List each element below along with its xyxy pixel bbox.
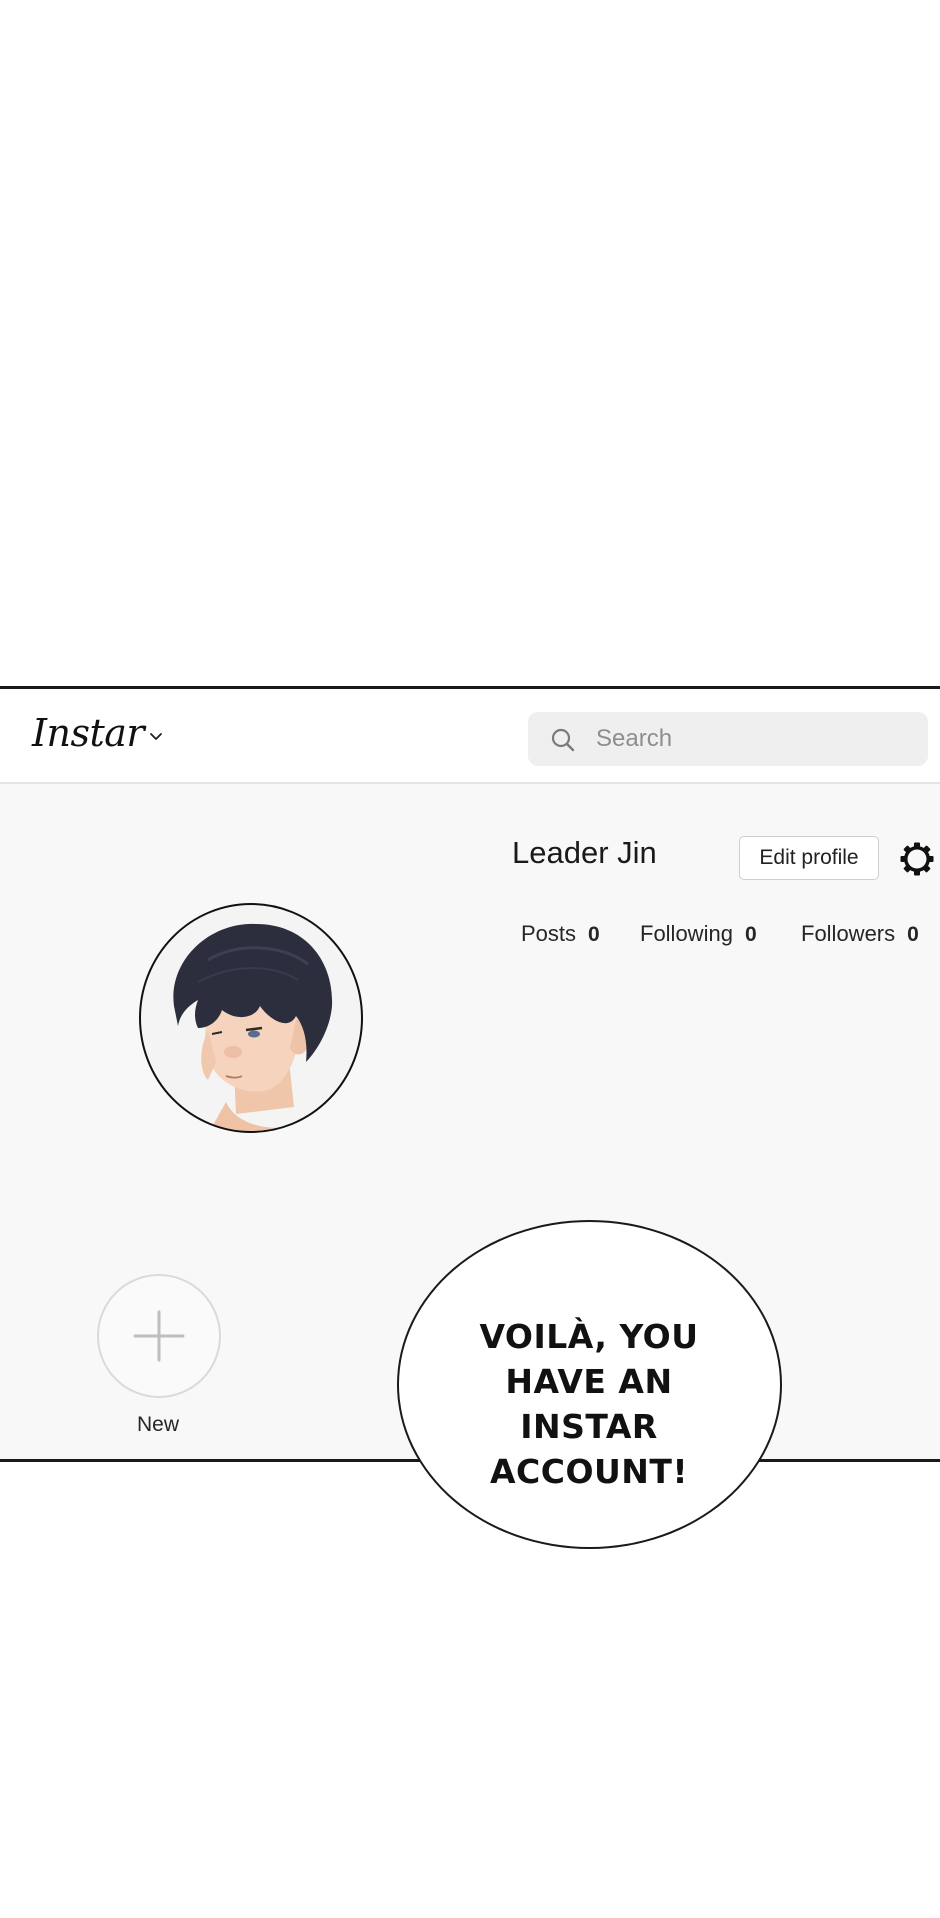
search-icon — [551, 728, 575, 752]
avatar[interactable] — [138, 902, 364, 1134]
stat-followers-label: Followers — [801, 921, 896, 946]
search-placeholder[interactable]: Search — [596, 725, 672, 753]
stat-posts-count: 0 — [588, 923, 600, 946]
stat-following-count: 0 — [744, 923, 757, 946]
speech-line: HAVE AN INSTAR — [505, 1362, 673, 1446]
speech-bubble-text: VOILÀ, YOU HAVE AN INSTAR ACCOUNT! — [439, 1314, 739, 1494]
top-bar: Instar Search — [0, 689, 940, 784]
stat-posts-label: Posts — [521, 921, 577, 946]
gear-icon[interactable] — [899, 841, 935, 877]
speech-line: ACCOUNT! — [489, 1452, 688, 1491]
stat-following-label: Following — [640, 921, 733, 946]
new-highlight-button[interactable] — [97, 1274, 221, 1398]
speech-line: VOILÀ, YOU — [479, 1317, 699, 1356]
chevron-down-icon[interactable] — [148, 729, 164, 745]
plus-icon — [133, 1310, 185, 1362]
speech-bubble: VOILÀ, YOU HAVE AN INSTAR ACCOUNT! — [397, 1220, 782, 1549]
app-logo[interactable]: Instar — [32, 711, 145, 755]
stat-followers-count: 0 — [907, 923, 919, 946]
search-bar[interactable]: Search — [528, 712, 928, 766]
stat-following[interactable]: Following 0 — [640, 921, 757, 947]
profile-username: Leader Jin — [512, 835, 657, 870]
new-highlight-label: New — [136, 1413, 179, 1436]
stat-posts[interactable]: Posts 0 — [521, 921, 600, 947]
stat-followers[interactable]: Followers 0 — [801, 921, 919, 947]
edit-profile-button[interactable]: Edit profile — [739, 836, 879, 880]
